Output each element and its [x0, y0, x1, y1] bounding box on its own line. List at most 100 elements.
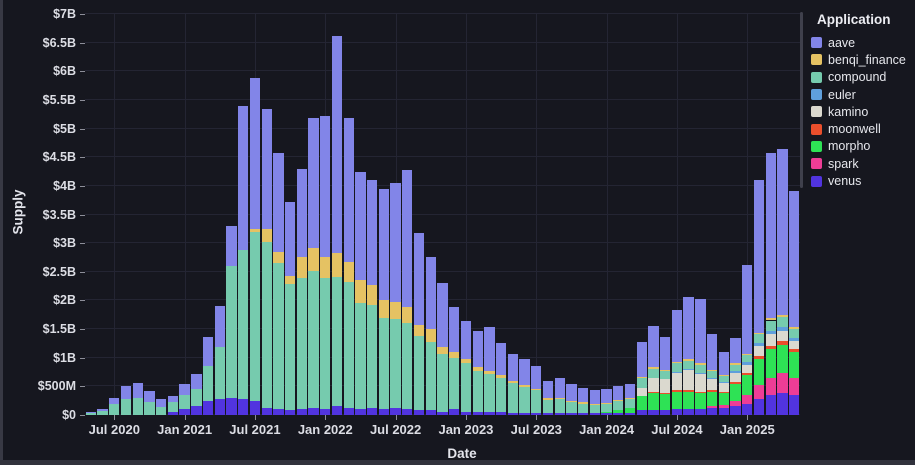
bar-segment-compound[interactable]: [496, 378, 506, 412]
bar-segment-spark[interactable]: [719, 405, 729, 408]
bar-segment-aave[interactable]: [109, 398, 119, 404]
bar-segment-benqi_finance[interactable]: [508, 381, 518, 383]
bar-segment-compound[interactable]: [355, 303, 365, 409]
bar-segment-moonwell[interactable]: [695, 392, 705, 394]
bar-segment-benqi_finance[interactable]: [730, 363, 740, 364]
bar-segment-aave[interactable]: [226, 226, 236, 266]
bar-segment-aave[interactable]: [86, 412, 96, 413]
bar-segment-euler[interactable]: [683, 369, 693, 370]
bar-segment-aave[interactable]: [379, 189, 389, 300]
bar-segment-compound[interactable]: [754, 334, 764, 343]
bar-segment-venus[interactable]: [308, 408, 318, 415]
bar-segment-compound[interactable]: [273, 263, 283, 409]
bar-segment-venus[interactable]: [660, 410, 670, 415]
bar-segment-kamino[interactable]: [742, 365, 752, 374]
bar-segment-venus[interactable]: [332, 406, 342, 415]
bar-segment-morpho[interactable]: [695, 393, 705, 409]
legend-item-moonwell[interactable]: moonwell: [811, 120, 913, 137]
bar-segment-venus[interactable]: [730, 406, 740, 415]
bar-segment-compound[interactable]: [484, 374, 494, 412]
bar-segment-morpho[interactable]: [754, 359, 764, 385]
bar-segment-morpho[interactable]: [625, 408, 635, 413]
bar-segment-compound[interactable]: [672, 363, 682, 372]
bar-segment-moonwell[interactable]: [648, 392, 658, 393]
bar-segment-compound[interactable]: [320, 278, 330, 410]
bar-segment-kamino[interactable]: [695, 374, 705, 391]
bar-segment-benqi_finance[interactable]: [355, 280, 365, 303]
bar-segment-moonwell[interactable]: [742, 373, 752, 375]
bar-segment-compound[interactable]: [121, 399, 131, 415]
bar-segment-compound[interactable]: [461, 363, 471, 412]
legend-item-aave[interactable]: aave: [811, 34, 913, 51]
bar-segment-spark[interactable]: [777, 373, 787, 393]
bar-segment-aave[interactable]: [648, 326, 658, 367]
bar-segment-aave[interactable]: [566, 384, 576, 401]
bar-segment-kamino[interactable]: [660, 379, 670, 393]
bar-segment-aave[interactable]: [203, 337, 213, 366]
bar-segment-aave[interactable]: [320, 116, 330, 258]
bar-segment-moonwell[interactable]: [683, 390, 693, 392]
bar-segment-compound[interactable]: [566, 402, 576, 413]
bar-segment-benqi_finance[interactable]: [449, 352, 459, 358]
bar-segment-benqi_finance[interactable]: [789, 327, 799, 329]
bar-segment-spark[interactable]: [707, 406, 717, 408]
bar-segment-aave[interactable]: [297, 169, 307, 257]
bar-segment-compound[interactable]: [250, 232, 260, 401]
bar-segment-euler[interactable]: [766, 331, 776, 334]
bar-segment-venus[interactable]: [613, 413, 623, 415]
bar-segment-aave[interactable]: [461, 321, 471, 359]
bar-segment-kamino[interactable]: [707, 379, 717, 390]
bar-segment-euler[interactable]: [695, 373, 705, 374]
bar-segment-aave[interactable]: [344, 118, 354, 262]
bar-segment-aave[interactable]: [613, 386, 623, 400]
bar-segment-compound[interactable]: [437, 354, 447, 411]
bar-segment-benqi_finance[interactable]: [414, 325, 424, 336]
bar-segment-venus[interactable]: [168, 412, 178, 415]
bar-segment-kamino[interactable]: [719, 383, 729, 392]
bar-segment-benqi_finance[interactable]: [390, 302, 400, 319]
bar-segment-compound[interactable]: [168, 402, 178, 412]
bar-segment-aave[interactable]: [238, 106, 248, 250]
bar-segment-kamino[interactable]: [683, 370, 693, 390]
bar-segment-compound[interactable]: [191, 389, 201, 406]
bar-segment-venus[interactable]: [777, 393, 787, 415]
bar-segment-venus[interactable]: [754, 399, 764, 415]
bar-segment-spark[interactable]: [789, 378, 799, 395]
bar-segment-benqi_finance[interactable]: [437, 347, 447, 354]
bar-segment-benqi_finance[interactable]: [285, 276, 295, 285]
bar-segment-benqi_finance[interactable]: [484, 371, 494, 374]
bar-segment-venus[interactable]: [719, 408, 729, 415]
bar-segment-aave[interactable]: [367, 180, 377, 285]
legend-item-venus[interactable]: venus: [811, 172, 913, 189]
bar-segment-aave[interactable]: [531, 366, 541, 389]
bar-segment-kamino[interactable]: [789, 341, 799, 350]
bar-segment-venus[interactable]: [473, 412, 483, 415]
bar-segment-aave[interactable]: [695, 299, 705, 363]
bar-segment-euler[interactable]: [730, 371, 740, 373]
bar-segment-venus[interactable]: [191, 406, 201, 415]
bar-segment-aave[interactable]: [262, 109, 272, 229]
bar-segment-venus[interactable]: [789, 395, 799, 415]
legend-item-euler[interactable]: euler: [811, 86, 913, 103]
bar-segment-compound[interactable]: [215, 347, 225, 399]
bar-segment-aave[interactable]: [449, 307, 459, 352]
bar-segment-compound[interactable]: [144, 402, 154, 415]
bar-segment-compound[interactable]: [578, 404, 588, 414]
bar-segment-morpho[interactable]: [613, 410, 623, 413]
bar-segment-benqi_finance[interactable]: [742, 354, 752, 356]
bar-segment-benqi_finance[interactable]: [367, 285, 377, 305]
bar-segment-aave[interactable]: [144, 391, 154, 402]
bar-segment-moonwell[interactable]: [766, 346, 776, 349]
bar-segment-venus[interactable]: [367, 408, 377, 415]
bar-segment-aave[interactable]: [179, 384, 189, 395]
bar-segment-kamino[interactable]: [637, 388, 647, 397]
bar-segment-morpho[interactable]: [672, 392, 682, 409]
bar-segment-venus[interactable]: [414, 410, 424, 415]
bar-segment-spark[interactable]: [766, 378, 776, 395]
bar-segment-moonwell[interactable]: [660, 393, 670, 394]
bar-segment-venus[interactable]: [496, 412, 506, 415]
bar-segment-morpho[interactable]: [648, 393, 658, 410]
bar-segment-kamino[interactable]: [766, 334, 776, 345]
bar-segment-compound[interactable]: [637, 378, 647, 387]
bar-segment-aave[interactable]: [683, 297, 693, 359]
